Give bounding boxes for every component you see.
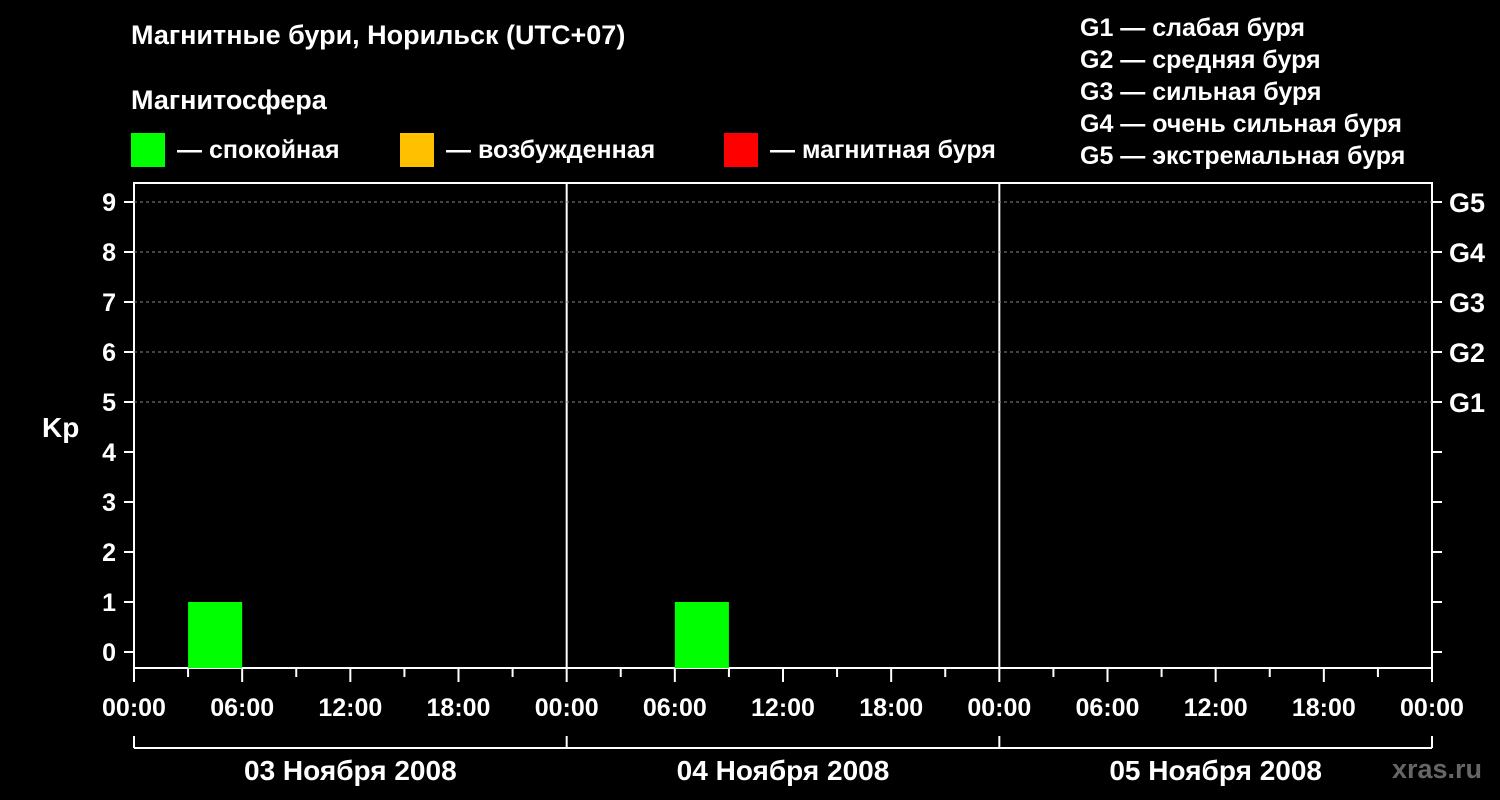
kp-chart: 0 1 2 3 4 5 6 7 8 9 G1 G2 G3 G4 G5 Kp 00:00 06:00 12:00 18:…: [42, 182, 1485, 786]
x-tick-label: 06:00: [643, 694, 707, 722]
day-label: 04 Ноября 2008: [677, 755, 890, 786]
x-tick-label: 00:00: [102, 694, 166, 722]
g-axis-label: G2: [1449, 338, 1485, 368]
x-tick-label: 00:00: [535, 694, 599, 722]
x-tick-label: 00:00: [967, 694, 1031, 722]
day-label: 03 Ноября 2008: [244, 755, 457, 786]
kp-bar: [674, 602, 729, 668]
day-label: 05 Ноября 2008: [1109, 755, 1322, 786]
g-axis-label: G3: [1449, 288, 1485, 318]
g-axis-label: G4: [1449, 238, 1485, 268]
x-tick-label: 06:00: [210, 694, 274, 722]
y-tick-label: 6: [102, 339, 116, 367]
y-tick-label: 9: [102, 189, 116, 217]
x-tick-label: 18:00: [427, 694, 491, 722]
y-tick-label: 0: [102, 639, 116, 667]
watermark: xras.ru: [1391, 754, 1482, 784]
x-tick-label: 00:00: [1400, 694, 1464, 722]
x-tick-label: 12:00: [318, 694, 382, 722]
y-tick-label: 2: [102, 539, 116, 567]
x-tick-label: 12:00: [751, 694, 815, 722]
y-axis-label: Kp: [42, 412, 79, 443]
x-tick-label: 06:00: [1076, 694, 1140, 722]
x-tick-label: 18:00: [1292, 694, 1356, 722]
y-tick-label: 4: [102, 439, 116, 467]
g-axis-label: G5: [1449, 188, 1485, 218]
y-tick-label: 5: [102, 389, 116, 417]
g-axis-label: G1: [1449, 388, 1485, 418]
y-tick-label: 3: [102, 489, 116, 517]
y-tick-label: 8: [102, 239, 116, 267]
x-tick-label: 18:00: [859, 694, 923, 722]
x-tick-label: 12:00: [1184, 694, 1248, 722]
plot-frame: [133, 182, 1433, 669]
kp-bar: [188, 602, 243, 668]
y-tick-label: 1: [102, 589, 116, 617]
y-tick-label: 7: [102, 289, 116, 317]
